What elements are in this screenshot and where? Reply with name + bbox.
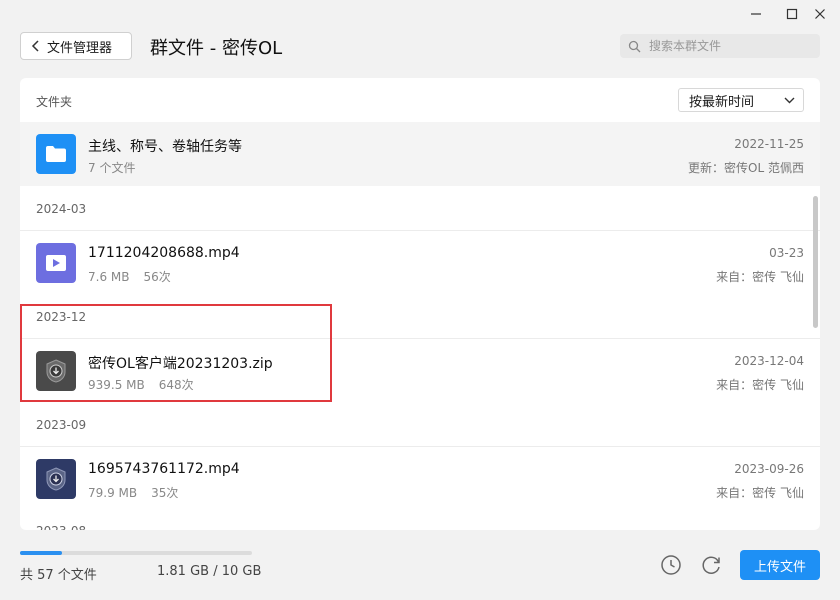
file-uploader: 来自：密传 飞仙 xyxy=(716,378,804,392)
chevron-down-icon xyxy=(784,97,795,103)
folder-updated-by: 更新：密传OL 范佩西 xyxy=(688,161,804,175)
refresh-icon xyxy=(702,556,720,574)
file-size: 7.6 MB xyxy=(88,270,130,284)
sort-label: 按最新时间 xyxy=(689,94,755,110)
file-downloads: 35次 xyxy=(151,486,179,500)
group-label-2023-09: 2023-09 xyxy=(36,418,87,432)
storage-usage: 1.81 GB / 10 GB xyxy=(157,564,262,579)
file-name: 1695743761172.mp4 xyxy=(88,461,240,477)
folder-date: 2022-11-25 xyxy=(734,137,804,151)
minimize-icon xyxy=(751,13,761,15)
maximize-icon xyxy=(786,8,798,20)
footer-bar: 共 57 个文件 1.81 GB / 10 GB 上传文件 xyxy=(0,530,840,600)
video-play-icon xyxy=(36,243,76,283)
minimize-button[interactable] xyxy=(746,6,766,22)
maximize-button[interactable] xyxy=(782,6,802,22)
back-button-label: 文件管理器 xyxy=(47,40,113,56)
page-title: 群文件 - 密传OL xyxy=(150,38,283,59)
folder-file-count: 7 个文件 xyxy=(88,161,136,175)
folder-section-label: 文件夹 xyxy=(36,95,73,109)
file-date: 03-23 xyxy=(769,246,804,260)
file-size: 939.5 MB xyxy=(88,378,145,392)
file-meta: 79.9 MB 35次 xyxy=(88,484,178,501)
file-row[interactable]: 1711204208688.mp4 7.6 MB 56次 03-23 来自：密传 … xyxy=(20,231,820,295)
file-row[interactable]: 1695743761172.mp4 79.9 MB 35次 2023-09-26 … xyxy=(20,447,820,511)
group-label-2023-12: 2023-12 xyxy=(36,310,87,324)
back-to-file-manager-button[interactable]: 文件管理器 xyxy=(20,32,132,60)
storage-progress-bar xyxy=(20,551,252,555)
file-list-panel: 文件夹 按最新时间 主线、称号、卷轴任务等 7 个文件 2022-11-25 更… xyxy=(20,78,820,530)
clock-icon xyxy=(661,555,681,575)
video-thumbnail-icon xyxy=(36,459,76,499)
file-uploader: 来自：密传 飞仙 xyxy=(716,486,804,500)
zip-download-icon xyxy=(36,351,76,391)
file-uploader: 来自：密传 飞仙 xyxy=(716,270,804,284)
close-icon xyxy=(815,9,825,19)
search-icon xyxy=(628,40,641,52)
file-date: 2023-09-26 xyxy=(734,462,804,476)
file-name: 密传OL客户端20231203.zip xyxy=(88,356,273,372)
close-button[interactable] xyxy=(810,6,830,22)
search-input[interactable] xyxy=(647,38,811,54)
upload-file-button[interactable]: 上传文件 xyxy=(740,550,820,580)
file-downloads: 648次 xyxy=(158,378,194,392)
file-downloads: 56次 xyxy=(143,270,171,284)
folder-icon xyxy=(36,134,76,174)
total-files-count: 共 57 个文件 xyxy=(20,568,97,583)
group-label-2024-03: 2024-03 xyxy=(36,202,87,216)
file-row[interactable]: 密传OL客户端20231203.zip 939.5 MB 648次 2023-12… xyxy=(20,339,820,403)
chevron-left-icon xyxy=(31,40,39,52)
scrollbar-thumb[interactable] xyxy=(813,196,818,328)
file-meta: 7.6 MB 56次 xyxy=(88,268,171,285)
file-date: 2023-12-04 xyxy=(734,354,804,368)
file-size: 79.9 MB xyxy=(88,486,138,500)
folder-row[interactable]: 主线、称号、卷轴任务等 7 个文件 2022-11-25 更新：密传OL 范佩西 xyxy=(20,122,820,186)
header-bar: 文件管理器 群文件 - 密传OL xyxy=(20,32,820,62)
folder-name: 主线、称号、卷轴任务等 xyxy=(88,139,242,155)
search-box[interactable] xyxy=(620,34,820,58)
file-meta: 939.5 MB 648次 xyxy=(88,376,194,393)
history-button[interactable] xyxy=(660,554,684,578)
file-name: 1711204208688.mp4 xyxy=(88,245,240,261)
storage-progress-fill xyxy=(20,551,62,555)
refresh-button[interactable] xyxy=(700,554,724,578)
sort-dropdown[interactable]: 按最新时间 xyxy=(678,88,804,112)
